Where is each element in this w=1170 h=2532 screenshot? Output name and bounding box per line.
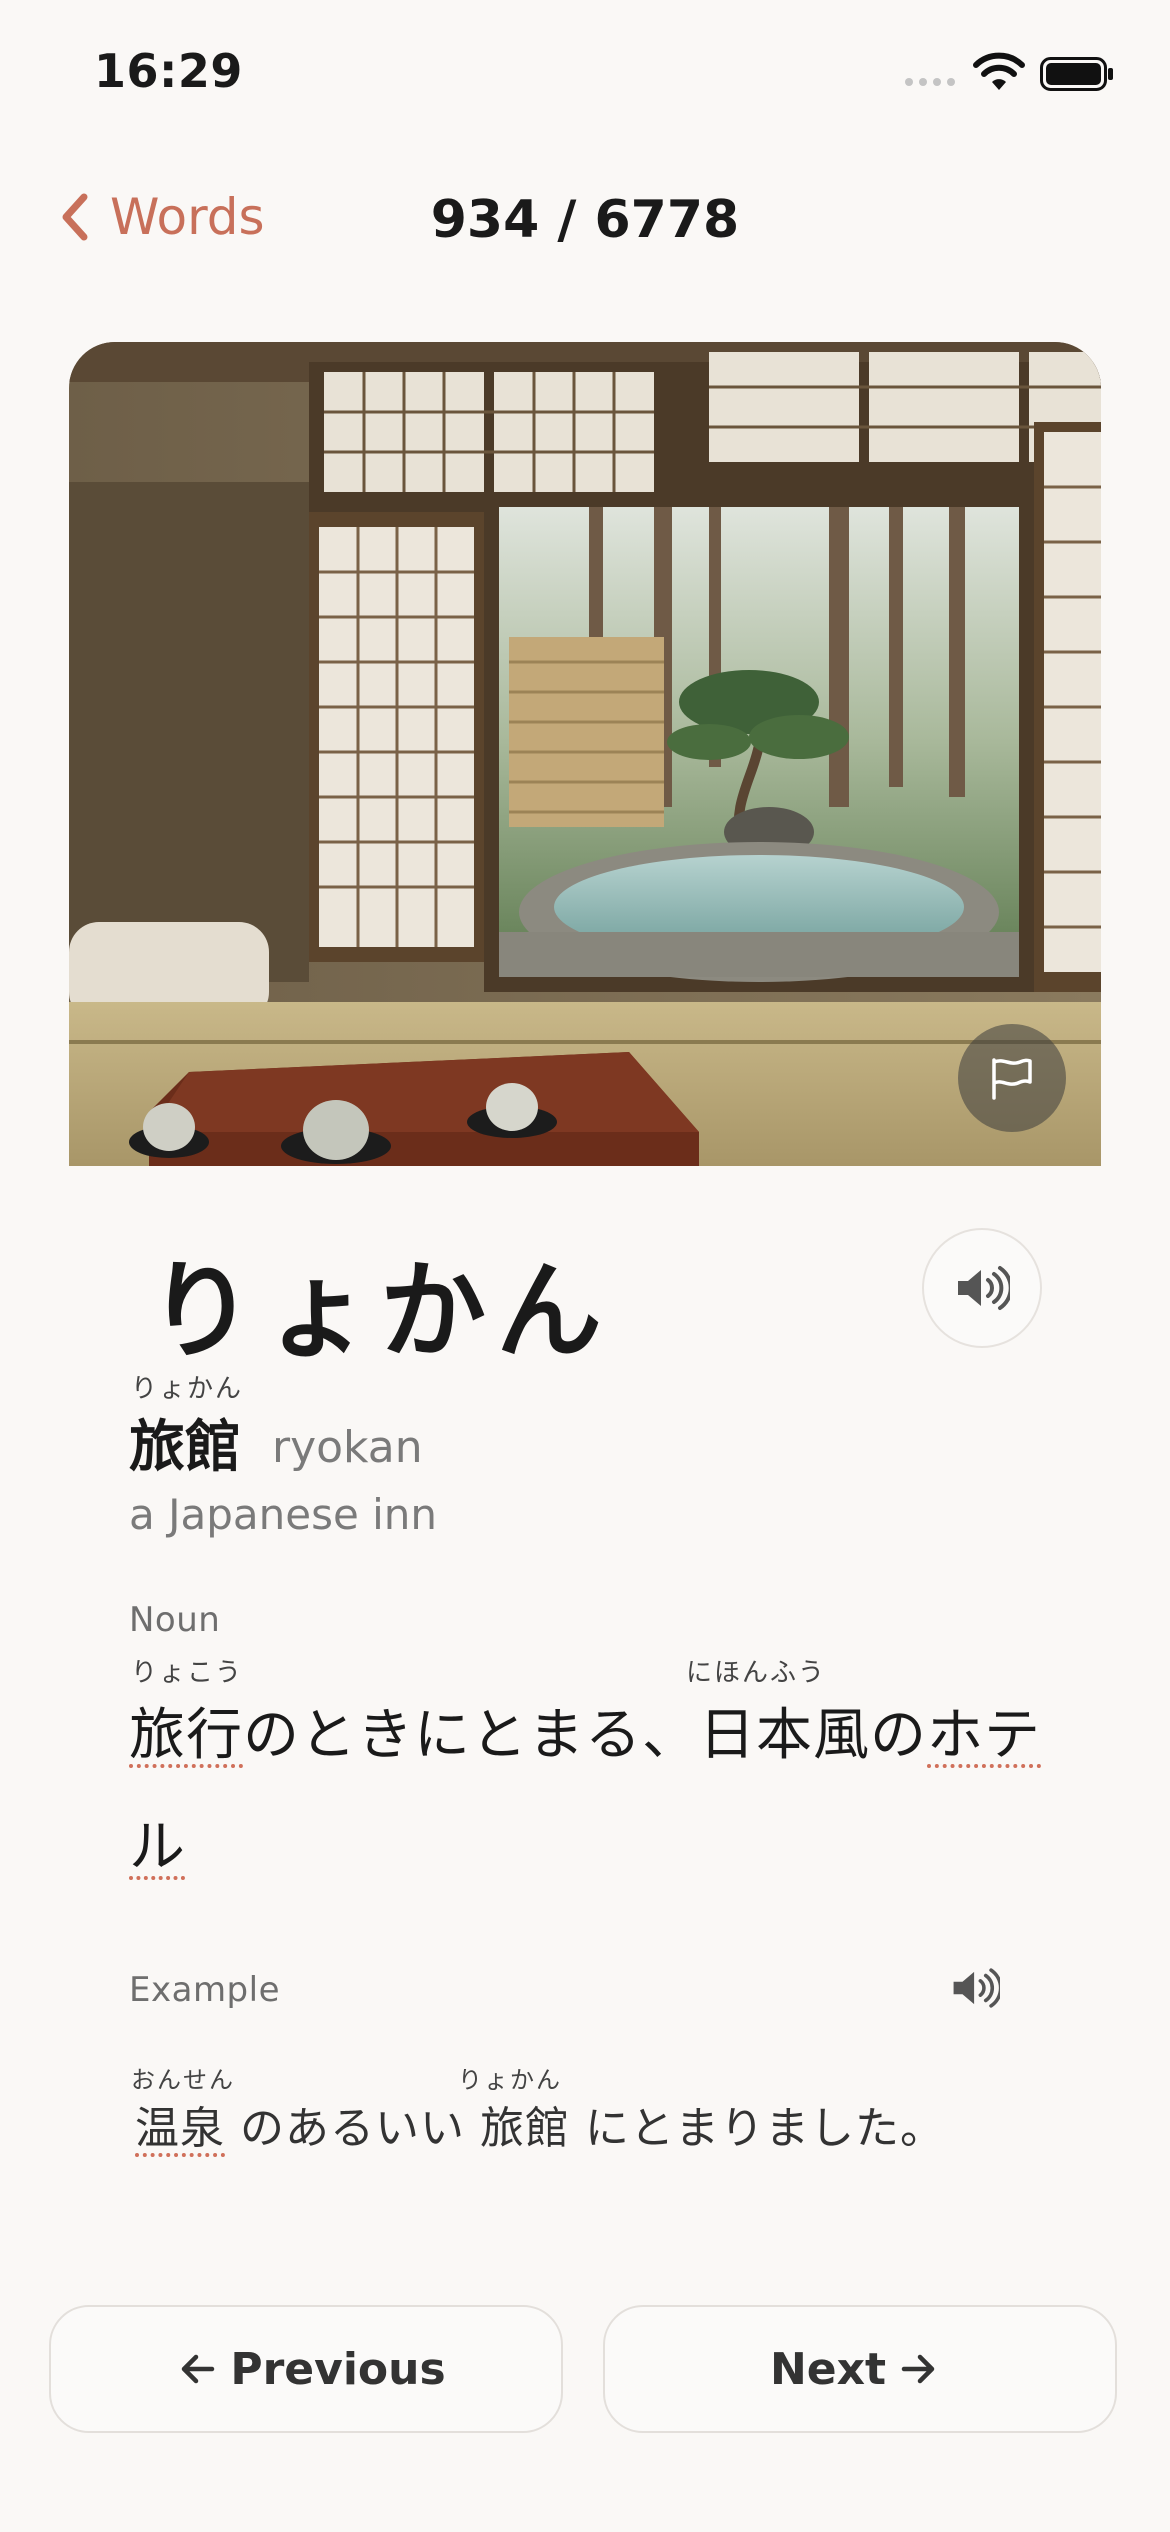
next-label: Next [769, 2343, 887, 2395]
example-reading-ryokan: りょかん [458, 2066, 562, 2094]
previous-button[interactable]: Previous [49, 2305, 563, 2433]
word-meaning: a Japanese inn [129, 1490, 438, 1539]
definition-word-ryokou[interactable]: 旅行 [129, 1703, 243, 1768]
part-of-speech: Noun [129, 1600, 221, 1640]
definition-word-hoteru-end[interactable]: ル [129, 1815, 185, 1880]
wifi-icon [973, 52, 1025, 90]
example-word-ryokan[interactable]: 旅館 [480, 2103, 570, 2154]
example-text-end: にとまりました。 [569, 2103, 945, 2154]
word-romaji: ryokan [272, 1422, 423, 1473]
arrow-right-icon [901, 2354, 935, 2384]
example-speaker-icon[interactable] [950, 1965, 1000, 2011]
next-button[interactable]: Next [603, 2305, 1117, 2433]
word-illustration [69, 342, 1101, 1166]
example-reading-onsen: おんせん [131, 2066, 235, 2094]
example-label: Example [129, 1970, 281, 2010]
definition-reading-nihonfuu: にほんふう [686, 1658, 827, 1688]
definition-reading-ryokou: りょこう [131, 1658, 244, 1688]
play-pronunciation-button[interactable] [922, 1228, 1042, 1348]
word-kanji: 旅館 [129, 1415, 241, 1480]
kanji-reading: りょかん [131, 1374, 244, 1404]
arrow-left-icon [182, 2354, 215, 2384]
flag-icon [992, 1058, 1032, 1100]
definition-text: のときにとまる、日本風の [243, 1703, 927, 1768]
definition-line-2: ル [129, 1802, 185, 1883]
word-kana: りょかん [148, 1250, 612, 1373]
definition-word-hoteru[interactable]: ホテ [927, 1703, 1041, 1768]
battery-icon [1040, 57, 1113, 91]
definition-line-1: 旅行のときにとまる、日本風のホテ [129, 1690, 1041, 1771]
example-text: のあるいい [225, 2103, 480, 2154]
status-time: 16:29 [94, 44, 243, 98]
cellular-signal-icon [905, 78, 957, 90]
report-flag-button[interactable] [958, 1024, 1066, 1132]
speaker-icon [958, 1266, 1010, 1310]
word-counter: 934 / 6778 [430, 190, 740, 250]
example-sentence: 温泉 のあるいい 旅館 にとまりました。 [135, 2092, 945, 2156]
example-word-onsen[interactable]: 温泉 [135, 2103, 225, 2154]
previous-label: Previous [230, 2343, 446, 2395]
